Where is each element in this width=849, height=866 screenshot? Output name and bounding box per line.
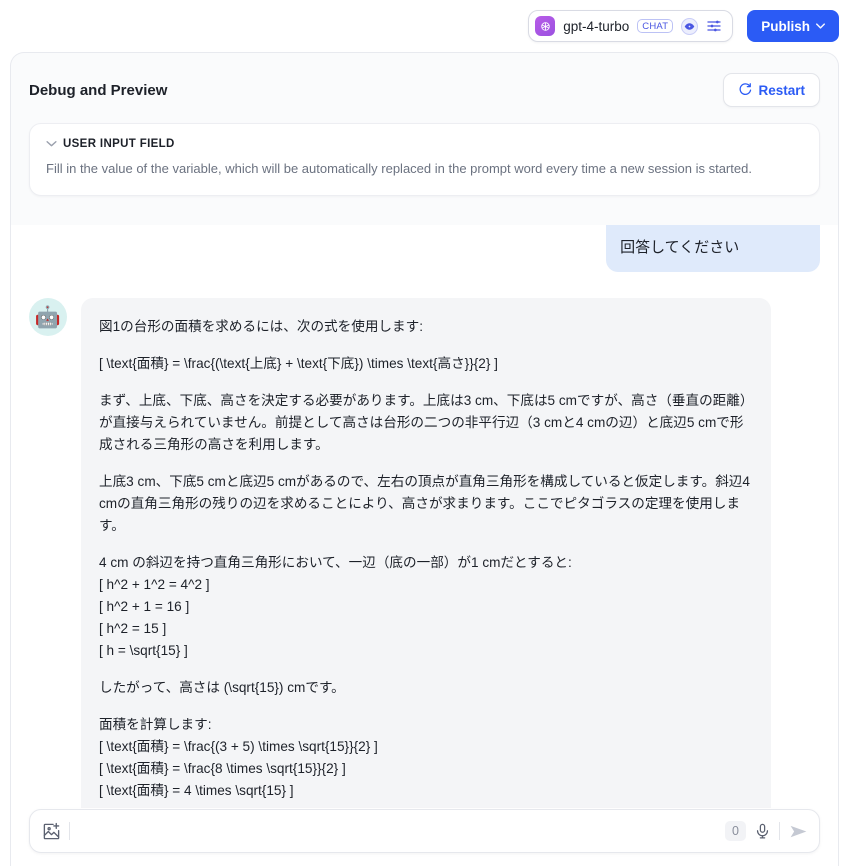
top-bar: gpt-4-turbo CHAT Publish <box>0 0 849 52</box>
chevron-down-icon[interactable] <box>46 138 57 150</box>
robot-avatar: 🤖 <box>29 298 67 336</box>
user-input-field-title: USER INPUT FIELD <box>63 138 175 150</box>
restart-label: Restart <box>758 82 805 98</box>
user-input-field-card[interactable]: USER INPUT FIELD Fill in the value of th… <box>29 123 820 196</box>
eye-icon[interactable] <box>681 17 699 35</box>
assistant-paragraph: 上底3 cm、下底5 cmと底辺5 cmがあるので、左右の頂点が直角三角形を構成… <box>99 474 750 534</box>
input-divider <box>779 822 780 840</box>
user-message-bubble: 求める式と答えを書きましょう。 回答してください <box>606 225 820 272</box>
chevron-down-icon <box>816 21 825 32</box>
assistant-paragraph: まず、上底、下底、高さを決定する必要があります。上底は3 cm、下底は5 cmで… <box>99 393 747 453</box>
input-divider <box>69 822 70 840</box>
microphone-icon[interactable] <box>754 823 771 840</box>
character-counter: 0 <box>725 820 746 842</box>
debug-preview-panel: Debug and Preview Restart USER INPUT FIE… <box>10 52 839 866</box>
chat-input-bar-wrapper: 0 <box>11 808 838 866</box>
calc-line: [ h^2 + 1^2 = 4^2 ] <box>99 577 210 593</box>
send-icon[interactable] <box>788 821 809 842</box>
assistant-conclusion-height: したがって、高さは (\sqrt{15}) cmです。 <box>99 680 345 696</box>
chat-input-bar[interactable]: 0 <box>29 809 820 853</box>
assistant-calc-block: 4 cm の斜辺を持つ直角三角形において、一辺（底の一部）が1 cmだとすると:… <box>99 552 753 662</box>
assistant-paragraph: 図1の台形の面積を求めるには、次の式を使用します: <box>99 319 423 334</box>
user-input-field-header[interactable]: USER INPUT FIELD <box>46 138 803 150</box>
model-selector[interactable]: gpt-4-turbo CHAT <box>528 10 734 42</box>
assistant-formula: [ \text{面積} = \frac{(\text{上底} + \text{下… <box>99 356 498 372</box>
calc-line: [ h^2 = 15 ] <box>99 621 167 637</box>
restart-button[interactable]: Restart <box>723 73 820 107</box>
publish-button[interactable]: Publish <box>747 10 839 42</box>
model-name: gpt-4-turbo <box>563 18 630 34</box>
image-add-icon[interactable] <box>42 822 61 841</box>
chat-message-list[interactable]: 求める式と答えを書きましょう。 回答してください 🤖 図1の台形の面積を求めるに… <box>11 225 838 808</box>
assistant-message: 🤖 図1の台形の面積を求めるには、次の式を使用します: [ \text{面積} … <box>29 298 820 808</box>
panel-header: Debug and Preview Restart <box>11 53 838 113</box>
model-chat-tag: CHAT <box>637 18 674 34</box>
calc-line: [ h^2 + 1 = 16 ] <box>99 599 190 615</box>
calc-line: [ \text{面積} = 4 \times \sqrt{15} ] <box>99 783 294 799</box>
assistant-calc-block: 面積を計算します: [ \text{面積} = \frac{(3 + 5) \t… <box>99 714 753 802</box>
calc-line: 4 cm の斜辺を持つ直角三角形において、一辺（底の一部）が1 cmだとすると: <box>99 555 572 571</box>
chat-input[interactable] <box>78 823 718 839</box>
assistant-message-bubble: 図1の台形の面積を求めるには、次の式を使用します: [ \text{面積} = … <box>81 298 771 808</box>
publish-label: Publish <box>761 18 810 34</box>
chat-area: 求める式と答えを書きましょう。 回答してください 🤖 図1の台形の面積を求めるに… <box>11 225 838 866</box>
refresh-icon <box>738 82 752 99</box>
openai-logo-icon <box>535 16 556 36</box>
sliders-icon[interactable] <box>706 18 722 34</box>
user-message: 求める式と答えを書きましょう。 回答してください <box>29 225 820 272</box>
calc-line: 面積を計算します: <box>99 717 212 733</box>
calc-line: [ \text{面積} = \frac{8 \times \sqrt{15}}{… <box>99 761 346 777</box>
user-input-field-description: Fill in the value of the variable, which… <box>46 161 752 176</box>
calc-line: [ h = \sqrt{15} ] <box>99 643 188 659</box>
page-title: Debug and Preview <box>29 81 168 99</box>
user-message-text: 回答してください <box>620 239 740 256</box>
calc-line: [ \text{面積} = \frac{(3 + 5) \times \sqrt… <box>99 739 378 755</box>
